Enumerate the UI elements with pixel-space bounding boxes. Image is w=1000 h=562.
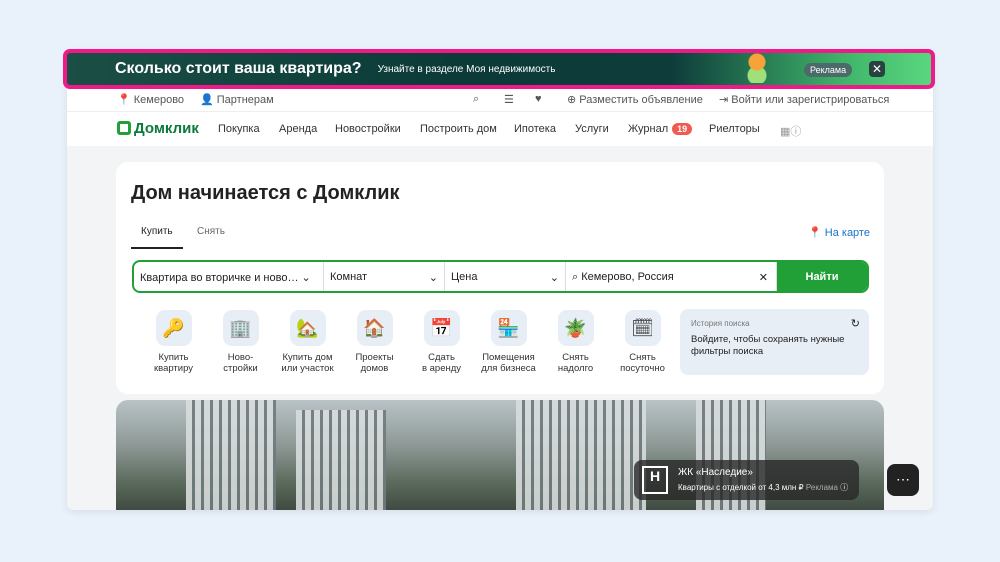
category-icon: 🏪 [490,310,527,346]
category-label-2: стройки [223,363,258,374]
category-label-2: надолго [557,363,594,374]
category-list: 🔑 Купить квартиру 🏢 Ново-стройки 🏡 Купить дом и… [140,310,676,374]
ad-subtitle: Узнайте в разделе Моя недвижимость [377,63,556,75]
category-item[interactable]: 🔑 Купить квартиру [140,310,207,374]
nav-new[interactable]: Новостройки [335,123,401,135]
tab-buy[interactable]: Купить [131,226,183,249]
close-ad-button[interactable]: ✕ [869,61,885,77]
search-bar: Квартира во вторичке и ново… ⌄ Комнат ⌄ Ц… [132,260,869,293]
category-icon: 📅 [423,310,460,346]
page-title: Дом начинается с Домклик [131,182,400,204]
post-ad-link[interactable]: ⊕ Разместить объявление [567,93,703,106]
heart-icon[interactable]: ♥ [535,93,542,105]
coin-key-icon [745,53,769,83]
nav-services[interactable]: Услуги [575,123,609,135]
category-item[interactable]: 🏢 Ново-стройки [207,310,274,374]
category-item[interactable]: 🗓 Снять посуточно [609,310,676,374]
ad-badge[interactable]: Реклама [804,63,853,77]
compare-icon[interactable]: ☰ [504,93,514,106]
category-icon: 🏠 [356,310,393,346]
main-nav: Домклик Покупка Аренда Новостройки Постр… [67,112,933,146]
category-icon: 🏢 [222,310,259,346]
category-item[interactable]: 🏠 Проекты домов [341,310,408,374]
category-label-2: для бизнеса [481,363,536,374]
ad-banner[interactable]: Сколько стоит ваша квартира? Узнайте в р… [63,49,935,89]
city-selector[interactable]: 📍 Кемерово [117,93,184,106]
chat-button[interactable]: ⋯ [887,464,919,496]
top-bar: 📍 Кемерово 👤 Партнерам ⌕ ☰ ♥ ⊕ Разместит… [67,88,933,112]
history-title: История поиска [691,319,750,328]
category-item[interactable]: 📅 Сдать в аренду [408,310,475,374]
nav-realtors[interactable]: Риелторы [709,123,760,135]
history-message: Войдите, чтобы сохранять нужные фильтры … [691,334,845,357]
search-history[interactable]: История поиска Войдите, чтобы сохранять … [680,309,869,375]
category-label-1: Купить [158,352,189,363]
journal-count: 19 [672,123,693,135]
tab-rent[interactable]: Снять [197,226,225,237]
category-item[interactable]: 🪴 Снять надолго [542,310,609,374]
promo-card[interactable]: H ЖК «Наследие» Квартиры с отделкой от 4… [634,460,859,500]
promo-desc: Квартиры с отделкой от 4,3 млн ₽ Реклама… [678,483,849,492]
search-icon[interactable]: ⌕ [473,93,479,106]
category-icon: 🏡 [289,310,326,346]
promo-logo: H [642,466,668,494]
search-card: Дом начинается с Домклик Купить Снять 📍 … [116,162,884,394]
category-item[interactable]: 🏪 Помещения для бизнеса [475,310,542,374]
promo-image[interactable]: H ЖК «Наследие» Квартиры с отделкой от 4… [116,400,884,510]
nav-buy[interactable]: Покупка [218,123,260,135]
nav-journal[interactable]: Журнал 19 [628,123,693,135]
map-link[interactable]: 📍 На карте [808,226,870,239]
price-select[interactable]: Цена ⌄ [445,262,566,291]
nav-mortgage[interactable]: Ипотека [514,123,556,135]
category-label-2: квартиру [153,363,194,374]
rooms-select[interactable]: Комнат ⌄ [324,262,445,291]
login-link[interactable]: ⇥ Войти или зарегистрироваться [719,93,889,106]
category-label-2: в аренду [421,363,462,374]
category-label-1: Снять [562,352,589,363]
find-button[interactable]: Найти [777,262,867,291]
logo-icon [117,121,131,135]
category-label-2: домов [360,363,389,374]
category-label-1: Сдать [428,352,455,363]
nav-rent[interactable]: Аренда [279,123,317,135]
location-input[interactable]: ⌕ Кемерово, Россия ✕ [566,262,777,291]
partners-link[interactable]: 👤 Партнерам [200,93,274,106]
clear-icon[interactable]: ✕ [759,271,768,284]
history-icon: ↻ [850,318,860,330]
type-select[interactable]: Квартира во вторичке и ново… ⌄ [134,262,324,291]
promo-name: ЖК «Наследие» [678,467,753,478]
ad-title: Сколько стоит ваша квартира? [115,60,362,77]
category-item[interactable]: 🏡 Купить дом или участок [274,310,341,374]
category-icon: 🪴 [557,310,594,346]
info-icon[interactable]: ▦ⓘ [780,123,801,139]
category-label-2: или участок [281,363,334,374]
category-icon: 🔑 [155,310,192,346]
category-label-2: посуточно [620,363,665,374]
category-icon: 🗓 [624,310,661,346]
category-label-1: Снять [629,352,656,363]
browser-page: 📍 Кемерово 👤 Партнерам ⌕ ☰ ♥ ⊕ Разместит… [67,50,933,510]
logo[interactable]: Домклик [117,120,199,137]
category-label-1: Помещения [482,352,535,363]
category-label-1: Ново- [227,352,254,363]
nav-build[interactable]: Построить дом [420,123,497,135]
category-label-1: Проекты [355,352,394,363]
category-label-1: Купить дом [282,352,333,363]
